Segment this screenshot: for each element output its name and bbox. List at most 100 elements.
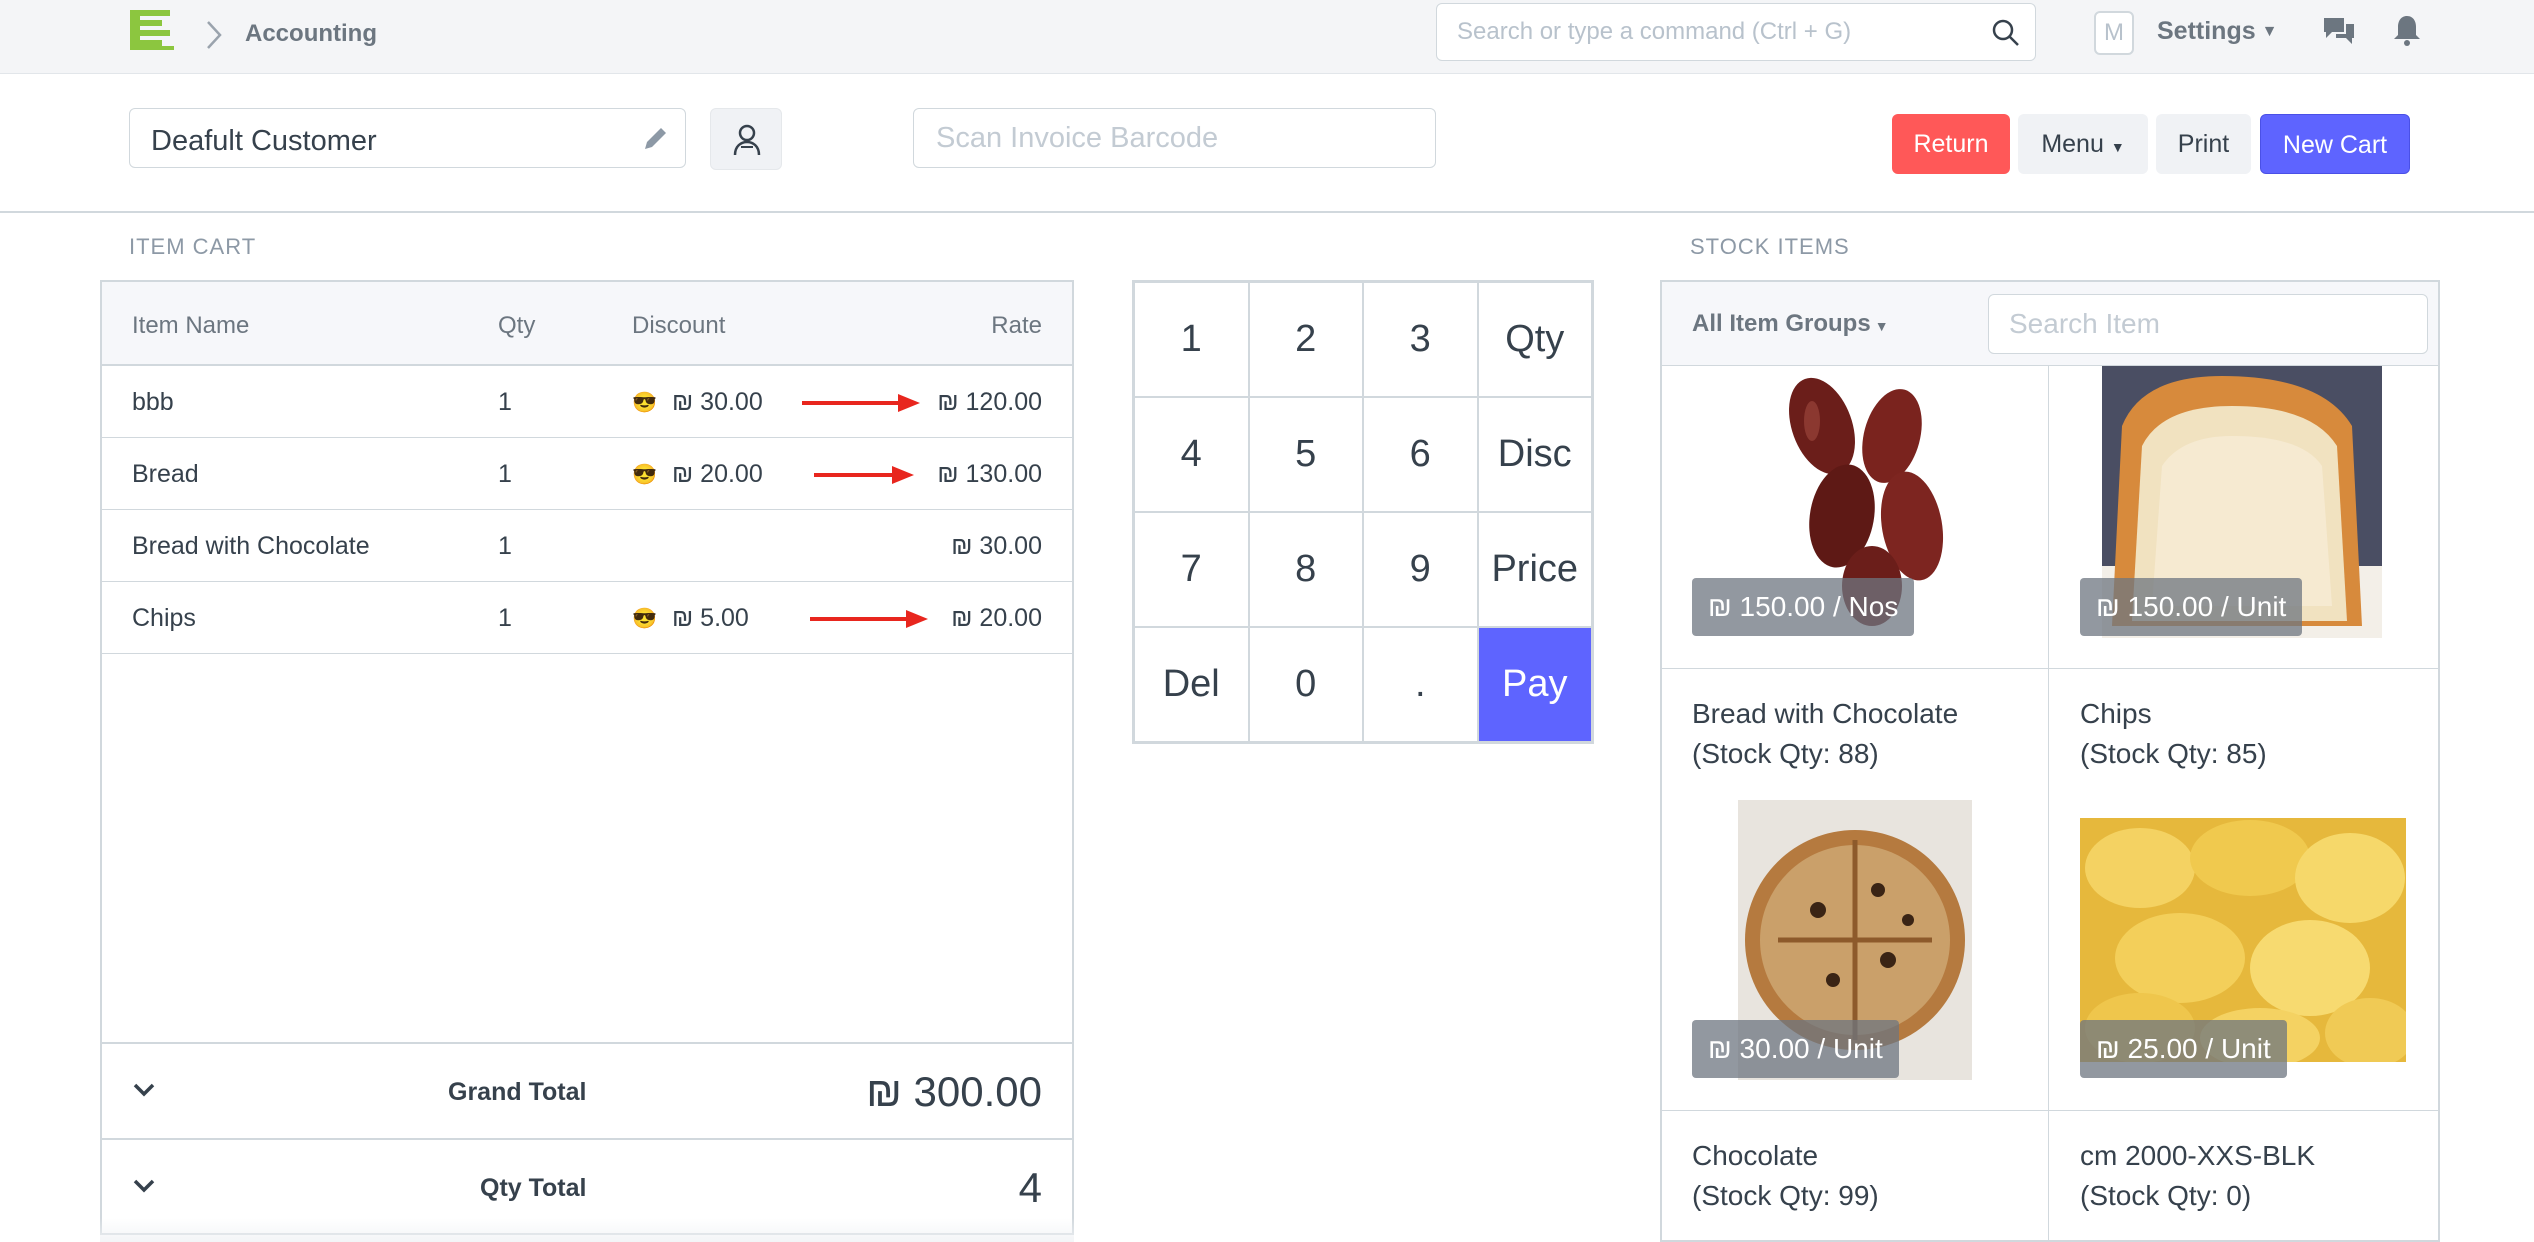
breadcrumb-chevron-icon [207,21,222,49]
item-name: cm 2000-XXS-BLK [2080,1140,2315,1171]
menu-label: Menu [2041,130,2104,158]
key-5[interactable]: 5 [1248,397,1363,512]
sunglasses-emoji-icon: 😎 [632,464,657,486]
search-item-field[interactable] [1988,294,2428,354]
key-4[interactable]: 4 [1134,397,1249,512]
item-cart-heading: ITEM CART [129,234,257,259]
price-tag: ₪ 30.00 / Unit [1692,1020,1899,1078]
row-discount: ₪ 30.00 [672,388,763,416]
table-row[interactable]: Chips 1 😎 ₪ 5.00 ₪ 20.00 [102,582,1072,654]
row-qty: 1 [498,532,512,560]
caret-down-icon: ▼ [1874,318,1889,334]
caret-down-icon: ▼ [2110,139,2125,155]
key-qty[interactable]: Qty [1477,282,1592,397]
pencil-icon[interactable] [639,123,671,155]
item-groups-dropdown[interactable]: All Item Groups ▼ [1692,310,1889,338]
table-row[interactable]: Bread 1 😎 ₪ 20.00 ₪ 130.00 [102,438,1072,510]
bell-icon[interactable] [2392,12,2422,48]
row-discount: ₪ 5.00 [672,604,749,632]
chevron-down-icon[interactable] [132,1174,156,1198]
item-stock-qty: (Stock Qty: 0) [2080,1180,2252,1211]
key-7[interactable]: 7 [1134,512,1249,627]
red-arrow-icon [802,394,920,412]
customer-field[interactable]: Deafult Customer [129,108,686,168]
command-search[interactable] [1436,3,2036,61]
row-item-name: Bread [132,460,199,488]
settings-dropdown[interactable]: Settings ▼ [2157,17,2277,46]
pay-button[interactable]: Pay [1477,627,1592,742]
top-navbar: Accounting M Settings ▼ [0,0,2534,74]
key-disc[interactable]: Disc [1477,397,1592,512]
table-row[interactable]: bbb 1 😎 ₪ 30.00 ₪ 120.00 [102,366,1072,438]
item-name: Chocolate [1692,1140,1819,1171]
grand-total-row[interactable]: Grand Total ₪ 300.00 [102,1042,1072,1138]
grand-total-label: Grand Total [448,1078,587,1106]
item-stock-qty: (Stock Qty: 88) [1692,738,1879,769]
settings-label: Settings [2157,17,2256,45]
item-stock-qty: (Stock Qty: 99) [1692,1180,1879,1211]
red-arrow-icon [814,466,914,484]
breadcrumb-accounting[interactable]: Accounting [245,20,377,48]
customer-info-button[interactable] [710,108,782,170]
row-qty: 1 [498,604,512,632]
row-discount: ₪ 20.00 [672,460,763,488]
cart-fade [100,1218,1074,1242]
key-6[interactable]: 6 [1363,397,1478,512]
stock-header: All Item Groups ▼ [1662,282,2438,366]
key-del[interactable]: Del [1134,627,1249,742]
row-qty: 1 [498,460,512,488]
key-3[interactable]: 3 [1363,282,1478,397]
print-button[interactable]: Print [2156,114,2251,174]
stock-items-panel: All Item Groups▼ ₪ 150.00 / Nos ₪ 15 [1660,280,2440,1242]
menu-button[interactable]: Menu ▼ [2018,114,2148,174]
chevron-down-icon[interactable] [132,1078,156,1102]
table-row[interactable]: Bread with Chocolate 1 ₪ 30.00 [102,510,1072,582]
grid-divider [1662,668,2438,669]
search-item-input[interactable] [1989,295,2427,353]
key-price[interactable]: Price [1477,512,1592,627]
barcode-input[interactable] [914,109,1435,167]
col-discount: Discount [632,312,726,339]
item-stock-qty: (Stock Qty: 85) [2080,738,2267,769]
return-button[interactable]: Return [1892,114,2010,174]
row-rate: ₪ 120.00 [937,388,1042,416]
avatar[interactable]: M [2094,11,2134,55]
key-1[interactable]: 1 [1134,282,1249,397]
key-0[interactable]: 0 [1248,627,1363,742]
col-qty: Qty [498,312,536,339]
number-keypad: 1 2 3 Qty 4 5 6 Disc 7 8 9 Price Del 0 .… [1132,280,1594,744]
price-tag: ₪ 25.00 / Unit [2080,1020,2287,1078]
chat-icon[interactable] [2322,14,2356,48]
grid-divider [1662,1110,2438,1111]
search-icon[interactable] [1991,18,2021,48]
price-tag: ₪ 150.00 / Unit [2080,578,2303,636]
cart-header: Item Name Qty Discount Rate [102,282,1072,366]
col-rate: Rate [991,312,1042,339]
invoice-barcode-field[interactable] [913,108,1436,168]
sunglasses-emoji-icon: 😎 [632,608,657,630]
new-cart-button[interactable]: New Cart [2260,114,2410,174]
key-9[interactable]: 9 [1363,512,1478,627]
col-item-name: Item Name [132,312,250,339]
item-groups-label: All Item Groups [1692,310,1871,337]
key-2[interactable]: 2 [1248,282,1363,397]
customer-group-icon [733,124,761,156]
command-search-input[interactable] [1437,4,1957,60]
qty-total-label: Qty Total [480,1174,587,1202]
red-arrow-icon [810,610,928,628]
row-rate: ₪ 130.00 [937,460,1042,488]
stock-items-heading: STOCK ITEMS [1690,234,1850,259]
app-logo-icon[interactable] [128,8,178,52]
grand-total-value: ₪ 300.00 [866,1068,1042,1115]
item-name: Chips [2080,698,2152,729]
item-name: Bread with Chocolate [1692,698,1959,729]
row-rate: ₪ 20.00 [951,604,1042,632]
caret-down-icon: ▼ [2261,23,2278,41]
key-dot[interactable]: . [1363,627,1478,742]
price-tag: ₪ 150.00 / Nos [1692,578,1915,636]
qty-total-value: 4 [1018,1164,1042,1211]
sunglasses-emoji-icon: 😎 [632,392,657,414]
key-8[interactable]: 8 [1248,512,1363,627]
header-divider [0,211,2534,213]
row-rate: ₪ 30.00 [951,532,1042,560]
